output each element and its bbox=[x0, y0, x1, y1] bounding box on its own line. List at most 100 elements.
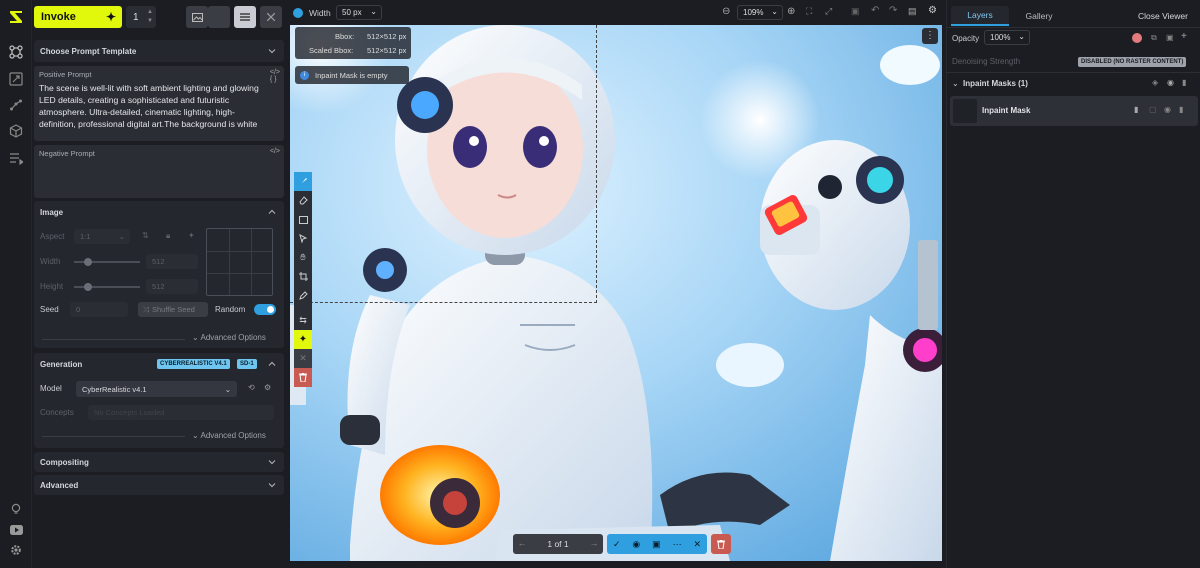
prompt-template-section[interactable]: Choose Prompt Template bbox=[34, 40, 284, 62]
inpaint-layer-label[interactable]: Inpaint Mask bbox=[982, 106, 1030, 115]
brush-tool-icon[interactable] bbox=[294, 172, 312, 191]
chevron-up-icon[interactable] bbox=[268, 208, 276, 216]
discard-x-icon[interactable]: ✕ bbox=[694, 539, 702, 550]
next-arrow-icon[interactable]: → bbox=[585, 534, 603, 554]
width-slider[interactable] bbox=[74, 258, 140, 266]
aspect-select[interactable]: 1:1 ⌄ bbox=[74, 229, 130, 244]
height-label: Height bbox=[40, 282, 64, 291]
view-toggle-button[interactable] bbox=[208, 6, 230, 28]
advanced-options-toggle[interactable]: ⌄ Advanced Options bbox=[192, 431, 266, 440]
refresh-icon[interactable]: ⟲ bbox=[248, 383, 255, 392]
discard-all-button[interactable] bbox=[711, 534, 731, 554]
invoke-sparkle-icon[interactable]: ✦ bbox=[294, 330, 312, 349]
inpaint-group-header[interactable]: ⌄ Inpaint Masks (1) ◈ ◉ ▮ bbox=[947, 75, 1200, 93]
positive-prompt-text[interactable]: The scene is well-lit with soft ambient … bbox=[39, 82, 267, 130]
canvas-workflow-icon[interactable] bbox=[8, 44, 24, 60]
canvas-menu-button[interactable]: ⋮ bbox=[922, 28, 938, 44]
zoom-in-icon[interactable]: ⊕ bbox=[787, 6, 795, 17]
settings-gear-icon[interactable] bbox=[8, 542, 24, 558]
duplicate-icon[interactable]: ⧉ bbox=[1151, 33, 1157, 43]
seed-input[interactable]: 0 bbox=[70, 302, 128, 317]
concepts-select[interactable]: No Concepts Loaded bbox=[88, 405, 274, 420]
close-viewer-button[interactable]: Close Viewer bbox=[1133, 6, 1193, 26]
save-icon[interactable]: ▣ bbox=[851, 6, 860, 17]
canvas-stage[interactable]: Bbox: 512×512 px Scaled Bbox: 512×512 px… bbox=[290, 25, 942, 561]
inpaint-layer-item[interactable]: Inpaint Mask ▮ ▢ ◉ ▮ bbox=[950, 96, 1198, 126]
zoom-select[interactable]: 109% ⌄ bbox=[737, 5, 783, 20]
stepper-arrows-icon[interactable]: ▲ ▼ bbox=[147, 8, 153, 26]
trash-icon[interactable]: ▮ bbox=[1179, 105, 1183, 114]
aspect-label: Aspect bbox=[40, 232, 65, 241]
menu-button[interactable] bbox=[234, 6, 256, 28]
color-picker-icon[interactable] bbox=[294, 286, 312, 305]
workflows-icon[interactable] bbox=[8, 97, 24, 113]
settings-gear-icon[interactable]: ⚙ bbox=[928, 5, 937, 16]
brush-width-select[interactable]: 50 px ⌄ bbox=[336, 5, 382, 20]
optimal-size-icon[interactable]: ✦ bbox=[188, 231, 195, 240]
mask-color-swatch[interactable] bbox=[1132, 33, 1142, 43]
bbox-tool-icon[interactable] bbox=[294, 267, 312, 286]
trash-icon[interactable]: ▮ bbox=[1182, 78, 1186, 87]
trash-icon[interactable] bbox=[294, 368, 312, 387]
random-toggle[interactable] bbox=[254, 304, 276, 315]
eraser-tool-icon[interactable] bbox=[294, 191, 312, 210]
image-view-button[interactable] bbox=[186, 6, 208, 28]
save-icon[interactable]: ▣ bbox=[652, 539, 661, 550]
negative-prompt-box[interactable]: Negative Prompt </> bbox=[34, 145, 284, 198]
code-tag-icon[interactable]: </>{ } bbox=[270, 69, 280, 83]
height-input[interactable]: 512 bbox=[146, 279, 198, 294]
chevron-up-icon[interactable] bbox=[268, 360, 276, 368]
width-slider-handle[interactable] bbox=[83, 258, 92, 266]
swap-icon[interactable]: ⇅ bbox=[142, 231, 149, 240]
invoke-button[interactable]: Invoke ✦ bbox=[34, 6, 122, 28]
cancel-x-icon[interactable]: ✕ bbox=[294, 349, 312, 368]
copy-icon[interactable]: ▣ bbox=[1166, 33, 1174, 42]
visibility-icon[interactable]: ◉ bbox=[1164, 105, 1171, 114]
move-tool-icon[interactable] bbox=[294, 229, 312, 248]
width-input[interactable]: 512 bbox=[146, 254, 198, 269]
lock-icon[interactable]: 🔒︎ bbox=[166, 231, 170, 241]
height-slider[interactable] bbox=[74, 283, 140, 291]
add-layer-icon[interactable]: + bbox=[1181, 31, 1187, 42]
height-slider-handle[interactable] bbox=[83, 283, 92, 291]
layers-stack-icon[interactable]: ◈ bbox=[1152, 78, 1158, 87]
models-icon[interactable] bbox=[8, 123, 24, 139]
fit-view-icon[interactable]: ⛶ bbox=[806, 6, 812, 17]
inpaint-group-label: Inpaint Masks (1) bbox=[963, 79, 1028, 88]
image-section-title[interactable]: Image bbox=[34, 201, 284, 223]
brush-color-swatch[interactable] bbox=[293, 8, 303, 18]
shuffle-seed-button[interactable]: ⤨ Shuffle Seed bbox=[138, 302, 208, 317]
opacity-select[interactable]: 100% ⌄ bbox=[984, 30, 1030, 45]
advanced-section[interactable]: Advanced bbox=[34, 475, 284, 495]
compositing-section[interactable]: Compositing bbox=[34, 452, 284, 472]
lock-icon[interactable]: ▢ bbox=[1149, 105, 1157, 114]
reset-view-icon[interactable]: ⤢ bbox=[825, 6, 832, 17]
pan-tool-icon[interactable]: ✋︎ bbox=[294, 248, 312, 267]
bookmark-icon[interactable]: ▮ bbox=[1134, 105, 1138, 114]
redo-icon[interactable]: ↷ bbox=[889, 5, 897, 16]
zoom-out-icon[interactable]: ⊖ bbox=[722, 6, 730, 17]
advanced-options-toggle[interactable]: ⌄ Advanced Options bbox=[192, 333, 266, 342]
upscale-icon[interactable] bbox=[8, 71, 24, 87]
eye-icon[interactable]: ◉ bbox=[632, 539, 640, 550]
adjust-tool-icon[interactable]: ⇆ bbox=[294, 311, 312, 330]
queue-icon[interactable] bbox=[8, 150, 24, 166]
accept-check-icon[interactable]: ✓ bbox=[613, 539, 621, 550]
file-icon[interactable]: ▤ bbox=[908, 6, 917, 17]
prev-arrow-icon[interactable]: ← bbox=[513, 534, 531, 554]
more-icon[interactable]: ⋯ bbox=[673, 539, 682, 550]
iterations-stepper[interactable]: 1 ▲ ▼ bbox=[126, 6, 156, 28]
positive-prompt-box[interactable]: Positive Prompt The scene is well-lit wi… bbox=[34, 66, 284, 141]
bulb-icon[interactable] bbox=[8, 501, 24, 517]
cancel-button[interactable] bbox=[260, 6, 282, 28]
invoke-logo-icon[interactable] bbox=[8, 9, 24, 25]
eye-icon[interactable]: ◉ bbox=[1167, 78, 1174, 87]
undo-icon[interactable]: ↶ bbox=[871, 5, 879, 16]
tab-layers[interactable]: Layers bbox=[951, 6, 1009, 26]
model-select[interactable]: CyberRealistic v4.1 ⌄ bbox=[76, 381, 237, 397]
rectangle-tool-icon[interactable] bbox=[294, 210, 312, 229]
tab-gallery[interactable]: Gallery bbox=[1013, 6, 1065, 26]
code-tag-icon[interactable]: </> bbox=[270, 148, 280, 155]
youtube-icon[interactable] bbox=[8, 522, 24, 538]
gear-icon[interactable]: ⚙ bbox=[264, 383, 271, 392]
